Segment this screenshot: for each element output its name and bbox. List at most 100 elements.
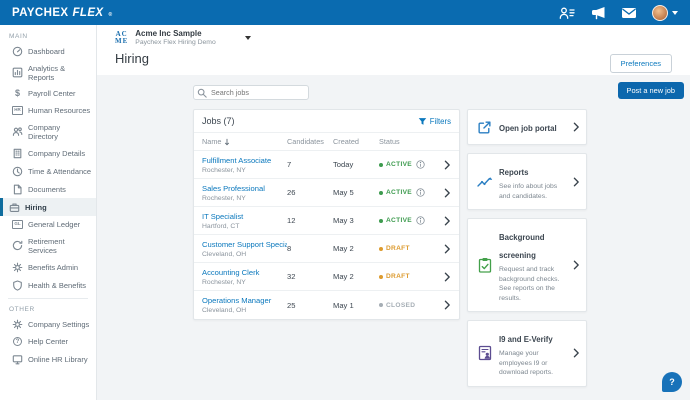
reports-card[interactable]: Reports See info about jobs and candidat… [467,153,587,210]
sidebar-item-benefits-admin[interactable]: Benefits Admin [0,258,96,276]
clipboard-check-icon [476,257,493,273]
status-dot [379,275,383,279]
column-header-status[interactable]: Status [379,137,439,146]
job-status: ACTIVE [379,216,439,225]
search-wrap [193,82,309,100]
job-created: May 2 [333,244,379,253]
column-header-candidates[interactable]: Candidates [287,137,333,146]
acme-logo: AC ME [115,31,128,45]
sidebar-item-label: Human Resources [28,106,90,115]
column-label: Name [202,137,221,146]
sidebar-section-main: MAIN [0,30,96,42]
sidebar-item-general-ledger[interactable]: GL General Ledger [0,216,96,233]
sidebar-item-label: Help Center [28,337,68,346]
job-location: Hartford, CT [202,223,287,230]
question-circle-icon: ? [12,337,23,346]
post-new-job-button[interactable]: Post a new job [618,82,684,99]
background-screening-card[interactable]: Background screening Request and track b… [467,218,587,312]
sidebar-divider [8,298,88,299]
company-selector[interactable]: AC ME Acme Inc Sample Paychex Flex Hirin… [115,29,251,46]
table-row[interactable]: Operations Manager Cleveland, OH 25 May … [194,291,459,319]
table-row[interactable]: IT Specialist Hartford, CT 12 May 3 ACTI… [194,207,459,235]
sidebar-item-retirement-services[interactable]: Retirement Services [0,233,96,258]
table-row[interactable]: Fulfillment Associate Rochester, NY 7 To… [194,151,459,179]
status-dot [379,247,383,251]
sidebar-item-time-attendance[interactable]: Time & Attendance [0,162,96,180]
avatar[interactable] [652,5,668,21]
sidebar-item-analytics-reports[interactable]: Analytics & Reports [0,60,96,85]
job-link[interactable]: Fulfillment Associate [202,156,287,165]
chevron-right-icon[interactable] [439,244,451,254]
chevron-right-icon[interactable] [571,260,580,270]
sidebar-item-online-hr-library[interactable]: Online HR Library [0,350,96,368]
info-icon[interactable] [416,160,425,169]
column-header-name[interactable]: Name [202,137,287,146]
info-icon[interactable] [416,216,425,225]
sidebar-item-company-details[interactable]: Company Details [0,144,96,162]
people-icon[interactable] [559,6,575,20]
clock-icon [12,166,23,177]
sidebar-item-dashboard[interactable]: Dashboard [0,42,96,60]
job-link[interactable]: Operations Manager [202,296,287,305]
status-label: CLOSED [386,302,415,309]
table-row[interactable]: Accounting Clerk Rochester, NY 32 May 2 … [194,263,459,291]
sidebar-item-label: Benefits Admin [28,263,78,272]
chevron-right-icon[interactable] [439,216,451,226]
chevron-right-icon[interactable] [571,348,580,358]
help-button[interactable]: ? [662,372,682,392]
column-header-created[interactable]: Created [333,137,379,146]
job-created: Today [333,160,379,169]
chevron-right-icon[interactable] [439,272,451,282]
sidebar-item-documents[interactable]: Documents [0,180,96,198]
sidebar-item-help-center[interactable]: ? Help Center [0,333,96,350]
sidebar-item-company-directory[interactable]: Company Directory [0,119,96,144]
sidebar-item-health-benefits[interactable]: Health & Benefits [0,276,96,294]
user-menu[interactable] [652,5,678,21]
jobs-count-title: Jobs (7) [202,116,235,126]
job-link[interactable]: Accounting Clerk [202,268,287,277]
company-subtitle: Paychex Flex Hiring Demo [135,39,215,46]
chevron-right-icon[interactable] [439,160,451,170]
chevron-right-icon[interactable] [571,122,580,132]
mail-icon[interactable] [621,6,637,20]
topbar-actions [559,5,678,21]
job-link[interactable]: Customer Support Specialist [202,240,287,249]
sidebar-item-label: Dashboard [28,47,65,56]
status-label: DRAFT [386,273,410,280]
info-icon[interactable] [416,188,425,197]
sidebar-section-other: OTHER [0,303,96,315]
caret-down-icon [245,36,251,40]
retirement-icon [12,240,23,251]
sidebar-item-company-settings[interactable]: Company Settings [0,315,96,333]
job-status: CLOSED [379,302,439,309]
search-input[interactable] [193,85,309,100]
open-job-portal-card[interactable]: Open job portal [467,109,587,145]
sidebar-item-hiring[interactable]: Hiring [0,198,96,216]
job-link[interactable]: Sales Professional [202,184,287,193]
gear-icon [12,319,23,330]
job-location: Rochester, NY [202,279,287,286]
job-status: DRAFT [379,245,439,252]
job-location: Rochester, NY [202,195,287,202]
i9-document-icon [476,345,493,361]
sidebar-item-human-resources[interactable]: HR Human Resources [0,102,96,119]
preferences-button[interactable]: Preferences [610,54,672,73]
filters-button[interactable]: Filters [418,117,451,126]
table-row[interactable]: Sales Professional Rochester, NY 26 May … [194,179,459,207]
sidebar: MAIN Dashboard Analytics & Reports $ Pay… [0,25,97,400]
content: Post a new job Jobs (7) Filters [97,75,690,400]
job-link[interactable]: IT Specialist [202,212,287,221]
dashboard-icon [12,46,23,57]
sidebar-item-payroll-center[interactable]: $ Payroll Center [0,85,96,102]
chevron-right-icon[interactable] [571,177,580,187]
brand-primary: PAYCHEX [12,7,69,19]
i9-everify-card[interactable]: I9 and E-Verify Manage your employees I9… [467,320,587,387]
caret-down-icon [672,11,678,15]
card-title: Reports [499,168,528,177]
job-candidates: 8 [287,244,333,253]
chevron-right-icon[interactable] [439,188,451,198]
megaphone-icon[interactable] [590,6,606,20]
chevron-right-icon[interactable] [439,300,451,310]
status-dot [379,163,383,167]
table-row[interactable]: Customer Support Specialist Cleveland, O… [194,235,459,263]
